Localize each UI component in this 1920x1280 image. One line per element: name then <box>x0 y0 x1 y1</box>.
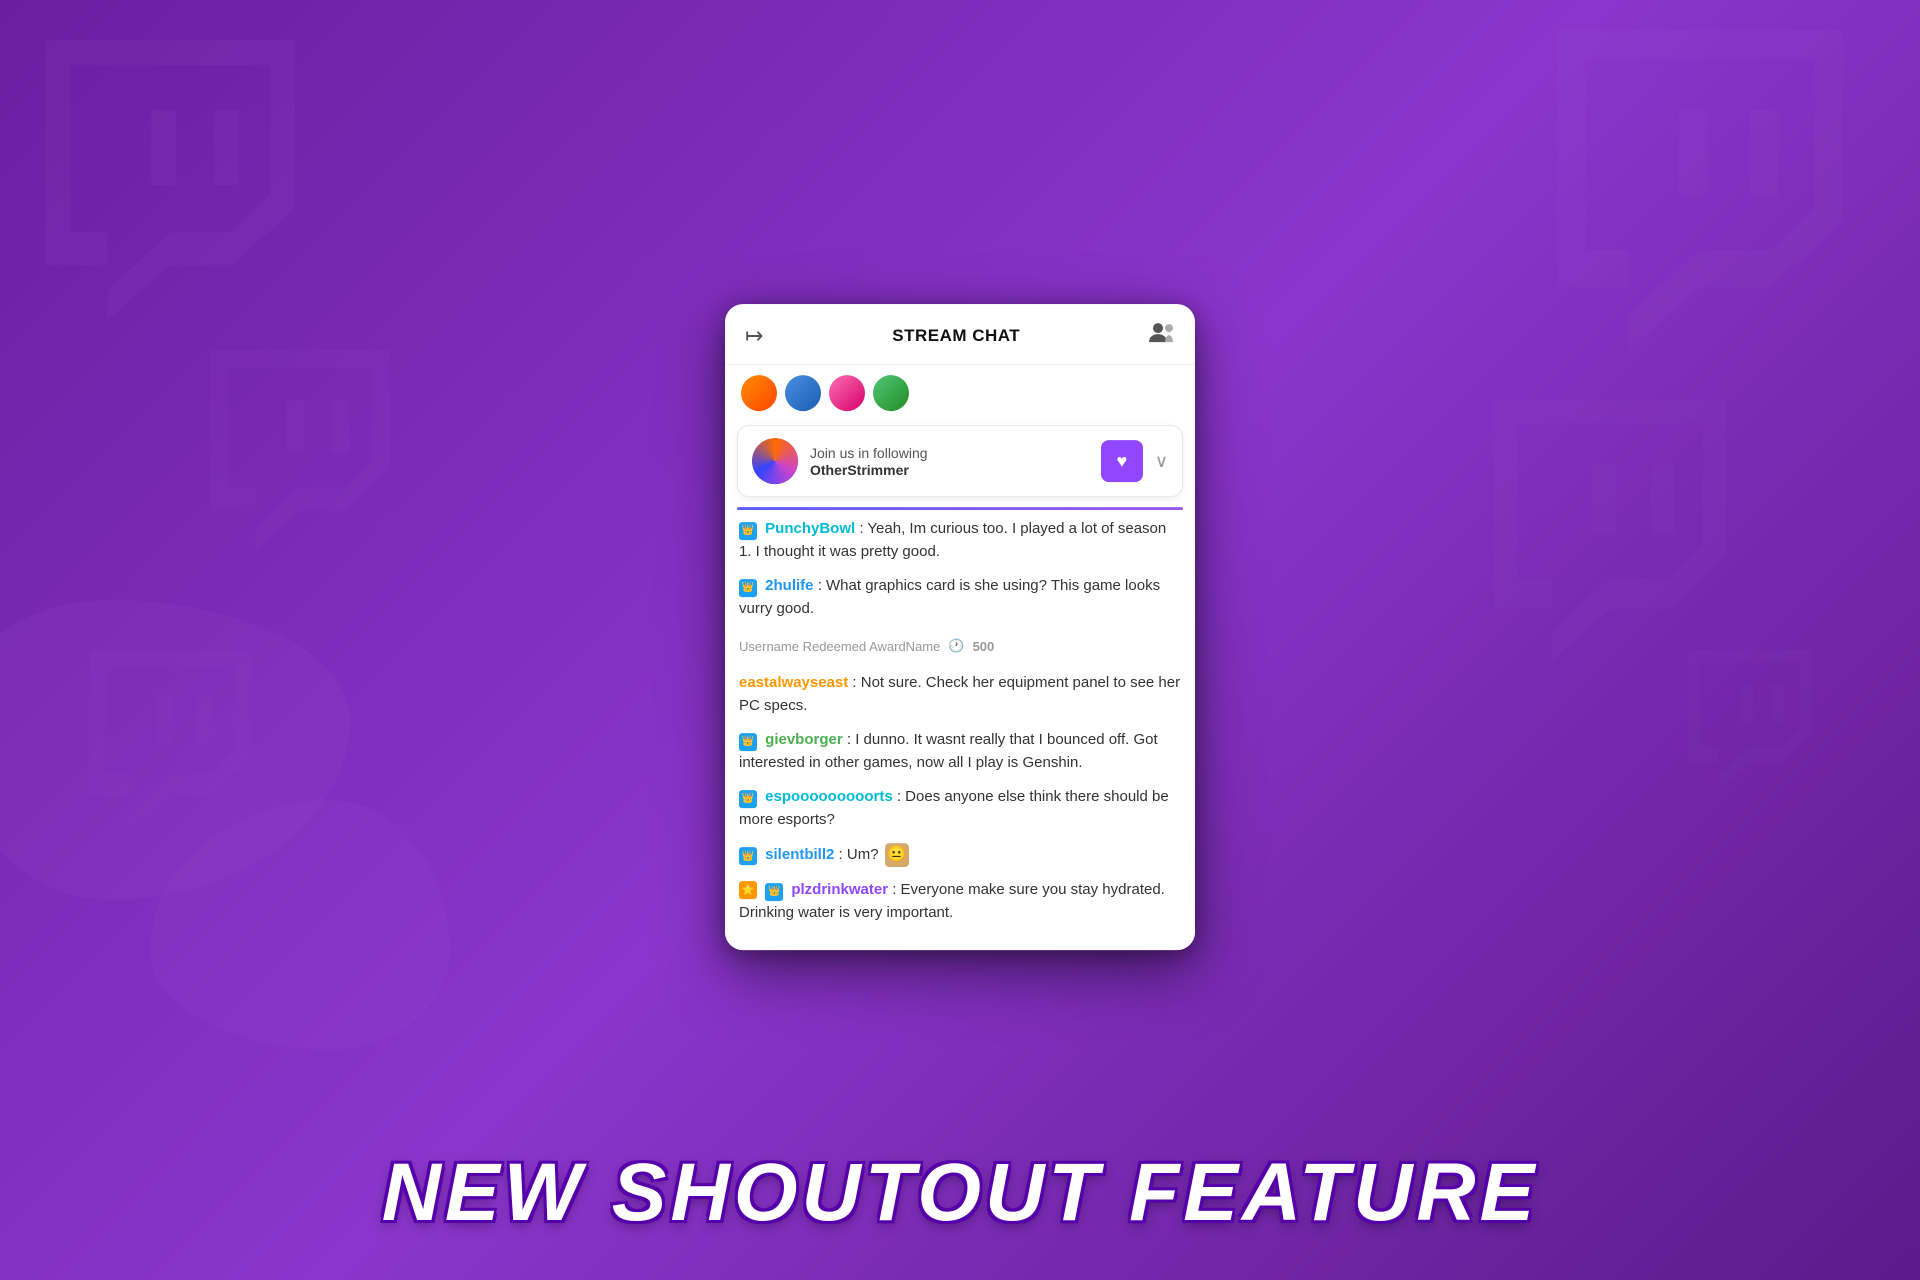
avatar-4 <box>873 375 909 411</box>
back-icon[interactable]: ↦ <box>745 323 763 349</box>
chat-message-eastalwayseast: eastalwayseast : Not sure. Check her equ… <box>739 672 1181 717</box>
twitch-logo-bottom-right <box>1680 650 1820 790</box>
twitch-logo-mid-right <box>1480 400 1740 660</box>
username-esports[interactable]: espooooooooorts <box>765 788 893 805</box>
badge-crown-4 <box>739 733 757 751</box>
chat-message-punchybowl: PunchyBowl : Yeah, Im curious too. I pla… <box>739 518 1181 563</box>
chat-message-plzdrinkwater: ⭐ plzdrinkwater : Everyone make sure you… <box>739 879 1181 924</box>
badge-star-7: ⭐ <box>739 881 757 899</box>
chat-message-silentbill2: silentbill2 : Um? 😐 <box>739 843 1181 867</box>
message-text-6: : Um? <box>839 846 883 863</box>
redeemed-row: Username Redeemed AwardName 🕐 500 <box>739 632 1181 660</box>
bottom-title: NEW SHOUTOUT FEATURE <box>0 1146 1920 1240</box>
shoutout-heart-button[interactable]: ♥ <box>1101 440 1143 482</box>
badge-crown-2 <box>739 579 757 597</box>
badge-crown-1 <box>739 522 757 540</box>
chat-message-esports: espooooooooorts : Does anyone else think… <box>739 786 1181 831</box>
clock-icon: 🕐 <box>948 638 964 654</box>
shoutout-text: Join us in following OtherStrimmer <box>810 444 1089 478</box>
username-plzdrinkwater[interactable]: plzdrinkwater <box>791 881 888 898</box>
shoutout-streamer-avatar <box>752 438 798 484</box>
avatars-row <box>725 365 1195 421</box>
shoutout-banner: Join us in following OtherStrimmer ♥ ∨ <box>737 425 1183 497</box>
chat-message-2hulife: 2hulife : What graphics card is she usin… <box>739 575 1181 620</box>
chat-header: ↦ STREAM CHAT <box>725 304 1195 365</box>
badge-crown-7 <box>765 883 783 901</box>
chat-title: STREAM CHAT <box>892 326 1020 346</box>
emote-face: 😐 <box>885 843 909 867</box>
redeemed-points: 500 <box>973 639 995 654</box>
badge-crown-6 <box>739 848 757 866</box>
username-punchybowl[interactable]: PunchyBowl <box>765 520 855 537</box>
avatar-3 <box>829 375 865 411</box>
username-eastalwayseast[interactable]: eastalwayseast <box>739 674 848 691</box>
username-2hulife[interactable]: 2hulife <box>765 577 813 594</box>
twitch-logo-top-right <box>1540 30 1860 350</box>
avatar-2 <box>785 375 821 411</box>
heart-icon: ♥ <box>1116 451 1127 472</box>
twitch-logo-bottom-left <box>80 650 260 830</box>
twitch-logo-top-left <box>30 40 310 320</box>
username-gievborger[interactable]: gievborger <box>765 731 843 748</box>
username-silentbill2[interactable]: silentbill2 <box>765 846 834 863</box>
chat-message-gievborger: gievborger : I dunno. It wasnt really th… <box>739 729 1181 774</box>
shoutout-join-label: Join us in following <box>810 444 1089 462</box>
chat-messages-container: PunchyBowl : Yeah, Im curious too. I pla… <box>725 510 1195 950</box>
chat-window: ↦ STREAM CHAT Join us in following Other… <box>725 304 1195 950</box>
twitch-logo-mid-left <box>200 350 400 550</box>
users-icon[interactable] <box>1149 322 1175 350</box>
badge-crown-5 <box>739 790 757 808</box>
redeemed-text: Username Redeemed AwardName <box>739 639 940 654</box>
avatar-1 <box>741 375 777 411</box>
shoutout-streamer-name: OtherStrimmer <box>810 462 1089 478</box>
shoutout-expand-chevron[interactable]: ∨ <box>1155 451 1168 472</box>
